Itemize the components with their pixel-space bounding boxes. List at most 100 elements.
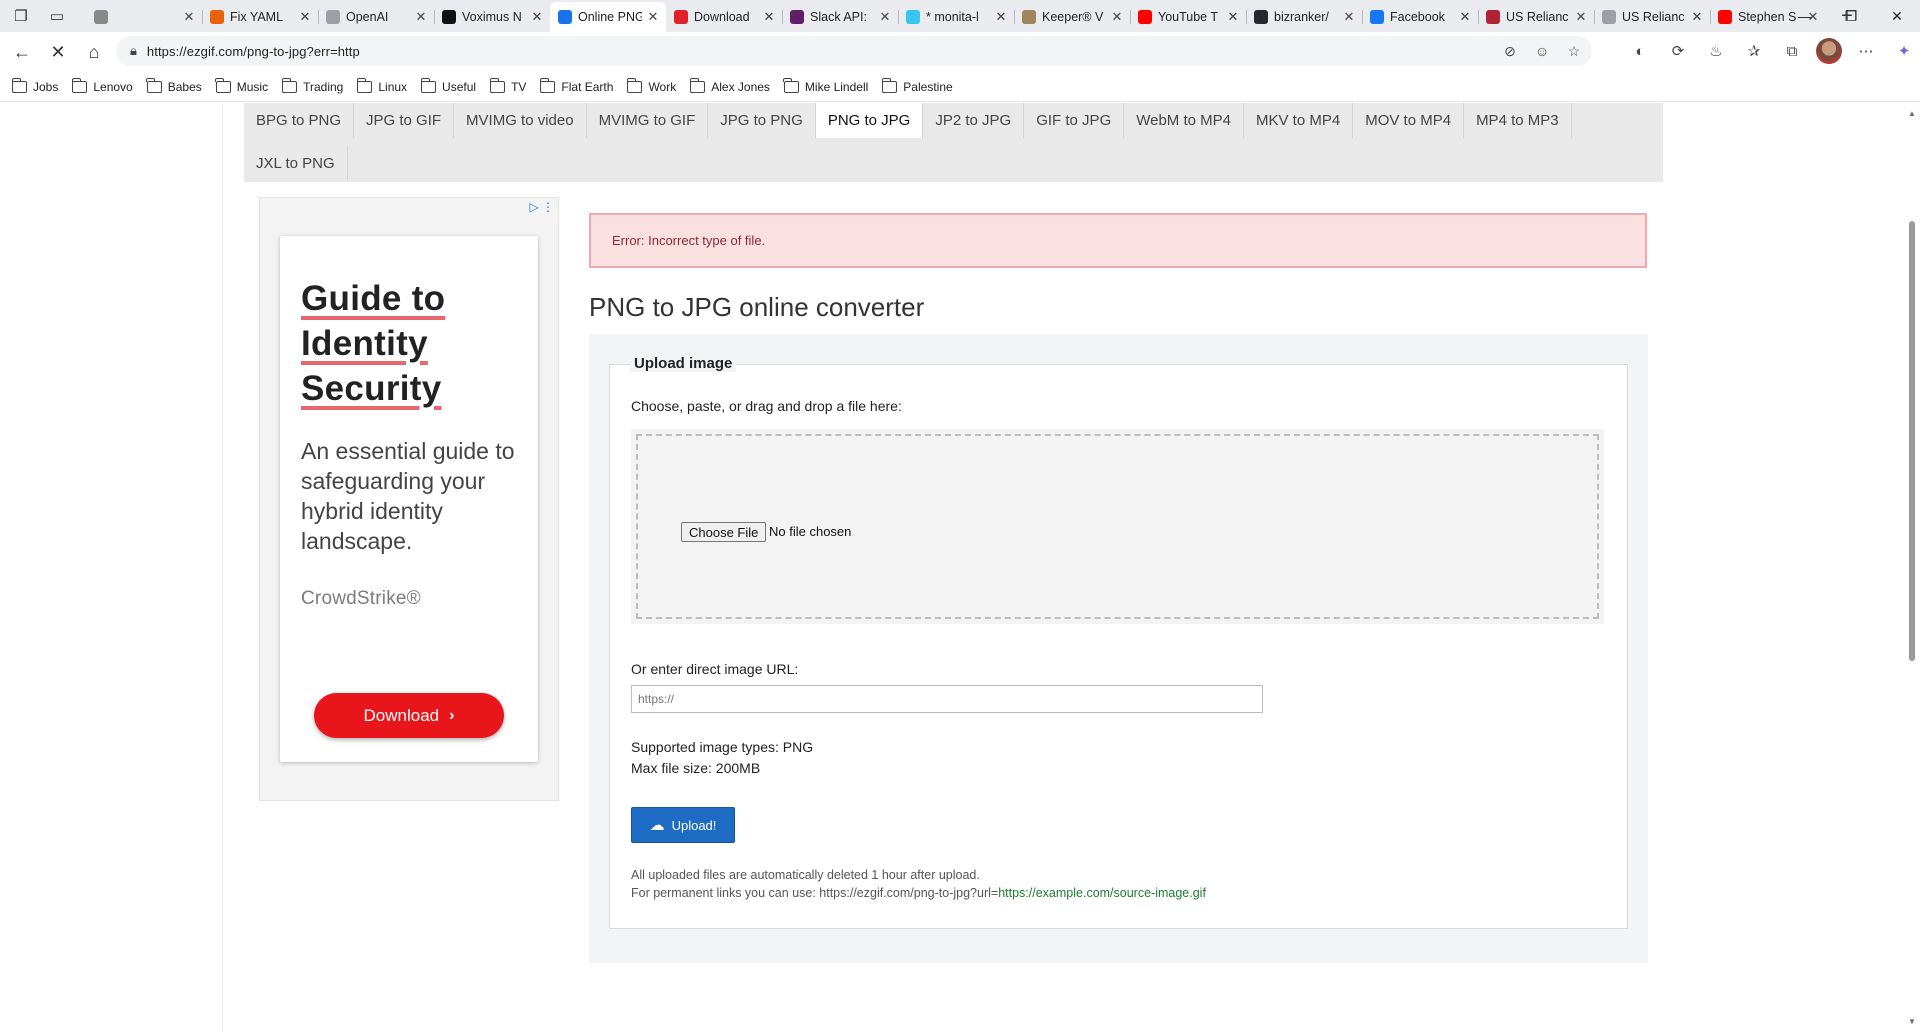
tab-close-icon[interactable]: ✕ bbox=[762, 9, 776, 25]
refresh-extension-icon[interactable]: ⟳ bbox=[1664, 37, 1692, 65]
conversion-link[interactable]: JPG to GIF bbox=[354, 103, 455, 138]
tab-close-icon[interactable]: ✕ bbox=[530, 9, 544, 25]
conversion-link[interactable]: JPG to PNG bbox=[708, 103, 816, 138]
bookmark-folder[interactable]: Trading bbox=[281, 77, 343, 94]
ad-brand-name: CrowdStrike® bbox=[301, 588, 421, 609]
bookmark-label: Flat Earth bbox=[561, 79, 614, 94]
folder-icon bbox=[215, 77, 231, 93]
conversion-link[interactable]: BPG to PNG bbox=[244, 103, 355, 138]
scrollbar-thumb[interactable] bbox=[1909, 221, 1915, 661]
browser-tab[interactable]: Download ✕ bbox=[666, 2, 782, 32]
tab-close-icon[interactable]: ✕ bbox=[646, 9, 660, 25]
workspaces-icon[interactable]: ❐ bbox=[6, 2, 36, 30]
url-text[interactable]: https://ezgif.com/png-to-jpg?err=http bbox=[147, 44, 360, 59]
tab-close-icon[interactable]: ✕ bbox=[1690, 9, 1704, 25]
extension-icon[interactable]: ◐ bbox=[1626, 37, 1654, 65]
vertical-tabs-icon[interactable]: ▭ bbox=[42, 2, 72, 30]
bookmark-folder[interactable]: Work bbox=[626, 77, 676, 94]
bookmark-folder[interactable]: TV bbox=[489, 77, 526, 94]
conversion-link[interactable]: MKV to MP4 bbox=[1244, 103, 1354, 138]
tab-close-icon[interactable]: ✕ bbox=[878, 9, 892, 25]
folder-icon bbox=[783, 77, 799, 93]
bookmark-folder[interactable]: Linux bbox=[356, 77, 407, 94]
conversion-link[interactable]: WebM to MP4 bbox=[1124, 103, 1244, 138]
conversion-link[interactable]: MVIMG to video bbox=[454, 103, 587, 138]
conversion-link[interactable]: JXL to PNG bbox=[244, 146, 348, 181]
minimize-button[interactable]: — bbox=[1782, 0, 1828, 32]
conversion-link[interactable]: GIF to JPG bbox=[1024, 103, 1125, 138]
browser-tab[interactable]: ✕ bbox=[86, 2, 202, 32]
favorite-star-icon[interactable]: ☆ bbox=[1564, 43, 1584, 60]
page-title: PNG to JPG online converter bbox=[589, 292, 925, 322]
bookmark-folder[interactable]: Mike Lindell bbox=[783, 77, 868, 94]
bookmark-folder[interactable]: Flat Earth bbox=[539, 77, 614, 94]
upload-button[interactable]: ☁ Upload! bbox=[631, 807, 735, 843]
tab-title: US Relianc bbox=[1506, 10, 1569, 24]
tab-favicon-icon bbox=[1718, 10, 1732, 24]
error-message: Error: Incorrect type of file. bbox=[589, 213, 1647, 268]
bookmark-folder[interactable]: Palestine bbox=[881, 77, 953, 94]
close-window-button[interactable]: ✕ bbox=[1874, 0, 1920, 32]
ad-download-button[interactable]: Download › bbox=[314, 693, 504, 738]
tab-close-icon[interactable]: ✕ bbox=[1574, 9, 1588, 25]
browser-tab[interactable]: Online PNG ✕ bbox=[550, 2, 666, 32]
restore-button[interactable]: ❐ bbox=[1828, 0, 1874, 32]
tab-close-icon[interactable]: ✕ bbox=[1458, 9, 1472, 25]
browser-tab[interactable]: Slack API: ✕ bbox=[782, 2, 898, 32]
bookmark-folder[interactable]: Music bbox=[215, 77, 268, 94]
tab-close-icon[interactable]: ✕ bbox=[414, 9, 428, 25]
browser-tab[interactable]: bizranker/ ✕ bbox=[1246, 2, 1362, 32]
tab-close-icon[interactable]: ✕ bbox=[1226, 9, 1240, 25]
conversion-link[interactable]: JP2 to JPG bbox=[923, 103, 1025, 138]
tab-close-icon[interactable]: ✕ bbox=[1110, 9, 1124, 25]
browser-tab[interactable]: * monita-l ✕ bbox=[898, 2, 1014, 32]
scroll-down-arrow-icon[interactable]: ▼ bbox=[1908, 1017, 1916, 1026]
adchoices-icon[interactable]: ▷ ⋮ bbox=[529, 200, 554, 214]
scroll-up-arrow-icon[interactable]: ▲ bbox=[1908, 109, 1916, 118]
tab-close-icon[interactable]: ✕ bbox=[994, 9, 1008, 25]
browser-tab[interactable]: OpenAI ✕ bbox=[318, 2, 434, 32]
bookmark-folder[interactable]: Useful bbox=[420, 77, 476, 94]
tab-close-icon[interactable]: ✕ bbox=[1342, 9, 1356, 25]
bookmark-folder[interactable]: Alex Jones bbox=[689, 77, 770, 94]
browser-tab[interactable]: Fix YAML ✕ bbox=[202, 2, 318, 32]
browser-tab[interactable]: Voximus N ✕ bbox=[434, 2, 550, 32]
stop-loading-button[interactable]: ✕ bbox=[40, 37, 76, 67]
drop-zone[interactable]: Choose File No file chosen bbox=[631, 429, 1604, 624]
ad-card[interactable]: Guide to Identity Security An essential … bbox=[280, 236, 538, 762]
site-info-icon[interactable]: 🔒︎ bbox=[130, 43, 137, 59]
conversion-link[interactable]: MVIMG to GIF bbox=[587, 103, 709, 138]
browser-tab[interactable]: US Relianc ✕ bbox=[1478, 2, 1594, 32]
more-site-options-icon[interactable]: ☺ bbox=[1532, 43, 1552, 59]
browser-tab[interactable]: US Relianc ✕ bbox=[1594, 2, 1710, 32]
folder-icon bbox=[539, 77, 556, 93]
tab-favicon-icon bbox=[326, 10, 340, 24]
example-url-link[interactable]: https://example.com/source-image.gif bbox=[998, 886, 1206, 900]
browser-tab[interactable]: Keeper® V ✕ bbox=[1014, 2, 1130, 32]
bookmark-folder[interactable]: Jobs bbox=[11, 77, 58, 94]
tab-close-icon[interactable]: ✕ bbox=[298, 9, 312, 25]
tracking-prevention-icon[interactable]: ⊘ bbox=[1500, 43, 1520, 60]
image-url-input[interactable] bbox=[631, 685, 1263, 713]
performance-icon[interactable]: ♨ bbox=[1702, 37, 1730, 65]
copilot-icon[interactable]: ✦ bbox=[1890, 37, 1918, 65]
vertical-scrollbar[interactable]: ▲ ▼ bbox=[1904, 103, 1920, 1032]
conversion-link[interactable]: MP4 to MP3 bbox=[1464, 103, 1572, 138]
bookmark-folder[interactable]: Babes bbox=[146, 77, 202, 94]
bookmark-folder[interactable]: Lenovo bbox=[71, 77, 133, 94]
settings-more-icon[interactable]: ⋯ bbox=[1852, 37, 1880, 65]
address-bar[interactable]: 🔒︎ https://ezgif.com/png-to-jpg?err=http… bbox=[116, 36, 1592, 66]
conversion-link[interactable]: MOV to MP4 bbox=[1353, 103, 1465, 138]
permanent-link-note: For permanent links you can use: https:/… bbox=[631, 884, 1206, 902]
tab-close-icon[interactable]: ✕ bbox=[182, 9, 196, 25]
profile-avatar[interactable] bbox=[1816, 38, 1842, 64]
conversion-link[interactable]: PNG to JPG bbox=[815, 103, 924, 138]
collections-icon[interactable]: ⧉ bbox=[1778, 37, 1806, 65]
browser-tab[interactable]: Facebook ✕ bbox=[1362, 2, 1478, 32]
browser-tab[interactable]: YouTube T ✕ bbox=[1130, 2, 1246, 32]
back-button[interactable]: ← bbox=[4, 37, 40, 67]
home-button[interactable]: ⌂ bbox=[76, 37, 112, 67]
favorites-icon[interactable]: ✰ bbox=[1740, 37, 1768, 65]
choose-file-button[interactable]: Choose File bbox=[681, 522, 767, 542]
drop-zone-border[interactable]: Choose File No file chosen bbox=[636, 434, 1599, 619]
